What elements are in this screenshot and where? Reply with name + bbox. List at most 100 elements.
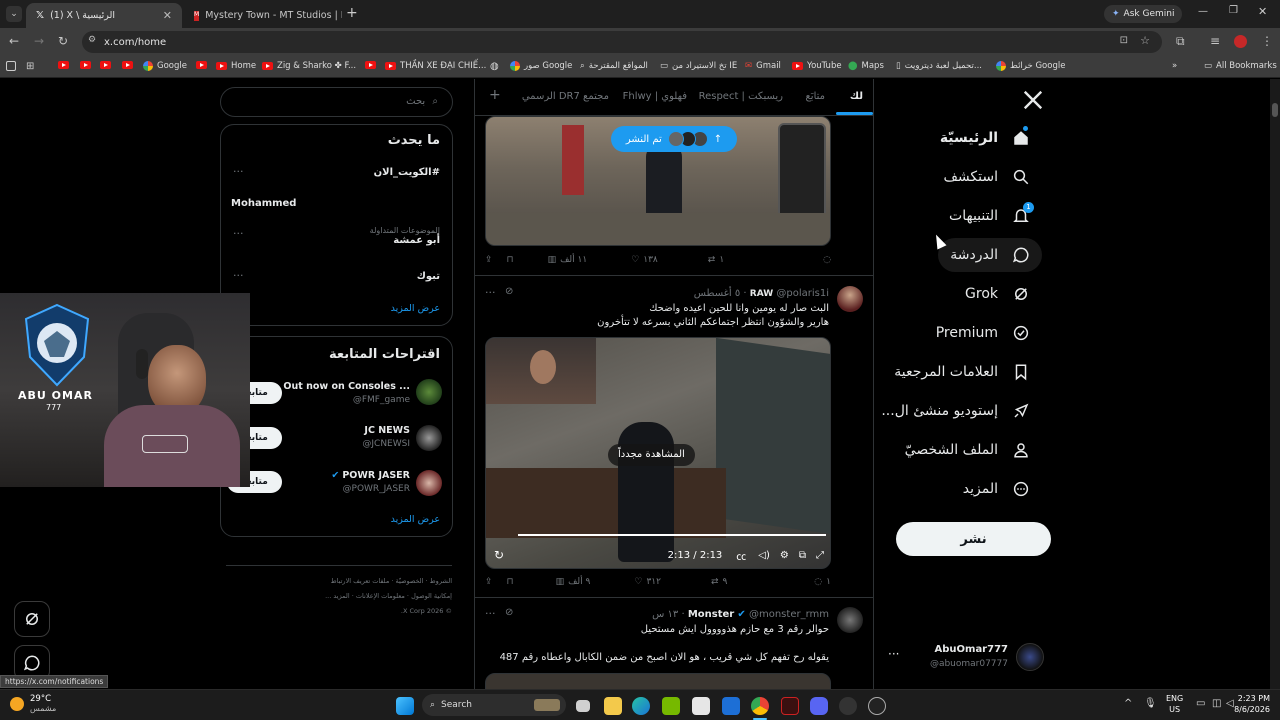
tab-fhlwy[interactable]: فهلوي | Fhlwy	[623, 91, 687, 102]
bookmark-icon[interactable]: ⊓	[507, 255, 514, 265]
bookmark-youtube-3[interactable]	[100, 61, 111, 69]
bookmark-globe[interactable]: ◍	[490, 61, 499, 72]
browser-menu-icon[interactable]: ⋮	[1261, 34, 1273, 48]
fullscreen-icon[interactable]: ⤢	[816, 550, 824, 561]
bookmark-google-maps[interactable]: خرائط Google	[996, 61, 1065, 71]
tab-x-home[interactable]: 𝕏 (1) X \ الرئيسية ✕	[26, 3, 182, 28]
close-window-button[interactable]: ✕	[1258, 5, 1267, 18]
nav-grok[interactable]: Grok	[953, 277, 1042, 311]
reply-icon[interactable]: ◌	[823, 255, 831, 265]
network-icon[interactable]: ◫	[1212, 698, 1221, 709]
nav-more[interactable]: المزيد	[951, 472, 1042, 506]
tweet3-more-icon[interactable]: ···	[485, 607, 496, 620]
footer-terms[interactable]: الشروط	[430, 577, 452, 585]
views-icon[interactable]: ▥	[556, 577, 565, 587]
bookmark-google[interactable]: Google	[143, 61, 187, 71]
reply-icon[interactable]: ◌	[814, 577, 822, 587]
app-red-icon[interactable]	[781, 697, 799, 715]
bookmark-than-xe[interactable]: THẦN XE ĐẠI CHIẾ...	[385, 61, 486, 71]
windows-start-icon[interactable]	[396, 697, 414, 715]
mic-icon[interactable]: 🎙	[1144, 698, 1157, 709]
reload-button[interactable]: ↻	[58, 34, 68, 48]
nav-chat[interactable]: الدردشة	[938, 238, 1042, 272]
footer-ads-info[interactable]: معلومات الإعلانات	[356, 592, 405, 600]
x-logo-icon[interactable]	[1022, 89, 1046, 113]
volume-icon[interactable]: ◁)	[758, 550, 770, 561]
back-button[interactable]: ←	[9, 34, 19, 48]
bookmarks-overflow-icon[interactable]: »	[1172, 61, 1177, 71]
suggestion-avatar[interactable]	[416, 379, 442, 405]
forward-button[interactable]: →	[34, 34, 44, 48]
close-tab-icon[interactable]: ✕	[163, 9, 172, 22]
bookmark-google-images[interactable]: صور Google	[510, 61, 572, 71]
footer-more[interactable]: المزيد ...	[325, 592, 350, 600]
post-button[interactable]: نشر	[896, 522, 1051, 556]
nav-explore[interactable]: استكشف	[931, 160, 1042, 194]
app-map-icon[interactable]	[839, 697, 857, 715]
tab-for-you[interactable]: لك	[850, 91, 863, 102]
share-icon[interactable]: ⇪	[485, 577, 493, 587]
bookmark-youtube-4[interactable]	[122, 61, 133, 69]
like-icon[interactable]: ♡	[631, 255, 639, 265]
bookmark-suggested-sites[interactable]: ⌕ المواقع المقترحة	[580, 61, 648, 71]
extensions-icon[interactable]: ⧉	[1176, 34, 1185, 49]
edge-icon[interactable]	[632, 697, 650, 715]
install-icon[interactable]: ⊡	[1120, 35, 1128, 46]
tweet2-video[interactable]: المشاهدة مجدداً ↻ 2:13 / 2:13 ㏄ ◁) ⚙ ⧉ ⤢	[485, 337, 831, 569]
tweet3-author[interactable]: Monster	[688, 609, 734, 620]
task-view-icon[interactable]	[576, 700, 590, 712]
bookmark-zig-sharko[interactable]: Zig & Sharko ✤ F...	[262, 61, 356, 71]
suggestion-name[interactable]: Out now on Consoles ...	[283, 381, 410, 392]
tweet3-media[interactable]	[485, 673, 831, 689]
trend-more-icon[interactable]: ···	[233, 269, 244, 282]
nav-premium[interactable]: Premium	[924, 316, 1042, 350]
bookmark-star-icon[interactable]: ☆	[1140, 34, 1150, 47]
bookmark-maps[interactable]: ⬤ Maps	[848, 61, 884, 71]
bookmark-ie-import[interactable]: ▭ تخ الاستيراد من IE	[660, 61, 737, 71]
trend-more-icon[interactable]: ···	[233, 227, 244, 240]
add-tab-icon[interactable]: +	[489, 87, 501, 103]
new-posts-pill[interactable]: ↑ تم النشر	[611, 126, 737, 152]
bookmark-youtube-2[interactable]	[80, 61, 91, 69]
tab-dr7[interactable]: مجتمع DR7 الرسمي	[522, 91, 609, 102]
app-circle-icon[interactable]	[868, 697, 886, 715]
settings-icon[interactable]: ⚙	[780, 550, 789, 561]
bookmark-icon[interactable]: ⊓	[507, 577, 514, 587]
tweet2-avatar[interactable]	[837, 286, 863, 312]
account-switcher[interactable]: ··· AbuOmar777 @abuomar07777	[884, 639, 1054, 675]
nav-bookmarks[interactable]: العلامات المرجعية	[882, 355, 1042, 389]
show-more-link[interactable]: عرض المزيد	[391, 514, 440, 525]
taskbar-search[interactable]: ⌕ Search	[422, 694, 566, 716]
all-bookmarks[interactable]: ▭ All Bookmarks	[1204, 61, 1277, 71]
weather-widget[interactable]: 29°C مشمس	[10, 694, 56, 713]
popout-icon[interactable]: ⧉	[799, 550, 806, 561]
grid-apps-icon[interactable]: ⊞	[26, 61, 34, 72]
replay-label[interactable]: المشاهدة مجدداً	[608, 444, 695, 466]
views-icon[interactable]: ▥	[548, 255, 557, 265]
minimize-button[interactable]: —	[1198, 6, 1208, 17]
tweet2-more-icon[interactable]: ···	[485, 286, 496, 299]
suggestion-avatar[interactable]	[416, 470, 442, 496]
nav-creator-studio[interactable]: إستوديو منشئ ال...	[869, 394, 1042, 428]
trend-item[interactable]: #الكويت_الان	[374, 167, 440, 178]
new-tab-button[interactable]: +	[346, 5, 358, 21]
trend-item[interactable]: تبوك	[417, 271, 440, 282]
video-progress-bar[interactable]	[518, 534, 826, 536]
footer-privacy[interactable]: الخصوصيّة	[396, 577, 424, 585]
file-explorer-icon[interactable]	[604, 697, 622, 715]
store-icon[interactable]	[692, 697, 710, 715]
nav-profile[interactable]: الملف الشخصيّ	[893, 433, 1042, 467]
clock[interactable]: 2:23 PM 8/6/2026	[1232, 693, 1270, 715]
bookmark-home[interactable]: Home	[216, 61, 256, 71]
nvidia-icon[interactable]	[662, 697, 680, 715]
ask-gemini-button[interactable]: ✦ Ask Gemini	[1104, 5, 1183, 23]
replay-icon[interactable]: ↻	[494, 548, 504, 562]
media-icon[interactable]: ≡	[1210, 34, 1220, 48]
mail-icon[interactable]	[722, 697, 740, 715]
tweet2-author[interactable]: RAW	[750, 289, 773, 299]
tray-overflow-icon[interactable]: ^	[1124, 698, 1132, 709]
suggestion-avatar[interactable]	[416, 425, 442, 451]
account-more-icon[interactable]: ···	[888, 647, 899, 661]
share-icon[interactable]: ⇪	[485, 255, 493, 265]
show-more-link[interactable]: عرض المزيد	[391, 303, 440, 314]
